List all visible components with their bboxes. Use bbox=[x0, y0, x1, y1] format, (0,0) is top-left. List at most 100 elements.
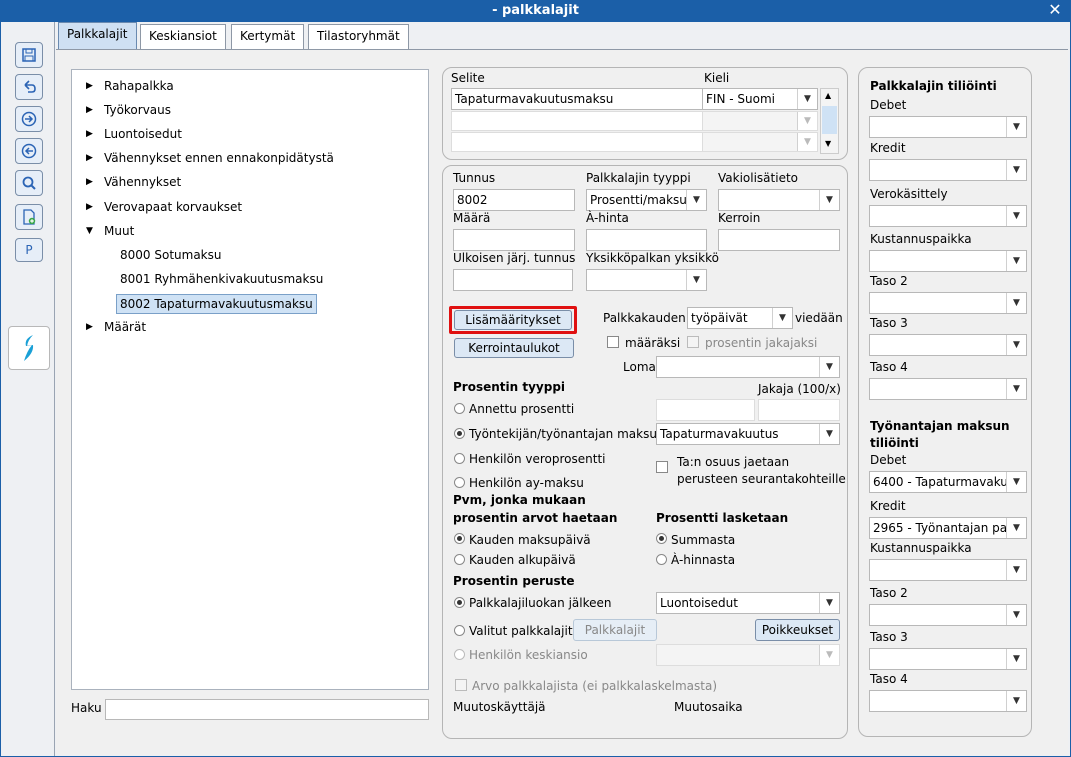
maksu-dropdown[interactable]: Tapaturmavakuutus ▼ bbox=[656, 423, 840, 445]
expand-arrow-icon[interactable]: ▶ bbox=[86, 126, 96, 142]
tree-item[interactable]: ▼ Muut bbox=[86, 223, 134, 239]
e-kredit-dropdown[interactable]: 2965 - Työnantajan pa ▼ bbox=[869, 517, 1027, 539]
keskiansio-radio[interactable] bbox=[454, 649, 465, 660]
expand-arrow-icon[interactable]: ▶ bbox=[86, 319, 96, 335]
ay-radio[interactable] bbox=[454, 477, 465, 488]
kredit-dropdown[interactable]: ▼ bbox=[869, 159, 1027, 181]
tab-keskiansiot[interactable]: Keskiansiot bbox=[140, 24, 226, 49]
chevron-down-icon[interactable]: ▼ bbox=[1006, 691, 1026, 711]
palkkalajit-button[interactable]: Palkkalajit bbox=[573, 619, 657, 641]
chevron-down-icon[interactable]: ▼ bbox=[1006, 206, 1026, 226]
search-input[interactable] bbox=[105, 699, 429, 720]
taso4-dropdown[interactable]: ▼ bbox=[869, 378, 1027, 400]
tyyppi-dropdown[interactable]: Prosentti/maksu ▼ bbox=[586, 189, 707, 211]
jakaja-input[interactable] bbox=[758, 399, 840, 421]
tree-item[interactable]: ▶ Määrät bbox=[86, 319, 146, 335]
prosentti-input[interactable] bbox=[656, 399, 755, 421]
description-input-2[interactable] bbox=[451, 111, 703, 131]
language-dropdown-2[interactable]: ▼ bbox=[702, 111, 818, 131]
scroll-down-icon[interactable]: ▼ bbox=[825, 139, 831, 148]
chevron-down-icon[interactable]: ▼ bbox=[1006, 160, 1026, 180]
taso3-dropdown[interactable]: ▼ bbox=[869, 334, 1027, 356]
scroll-thumb[interactable] bbox=[822, 106, 837, 134]
luokka-dropdown[interactable]: Luontoisedut ▼ bbox=[656, 592, 840, 614]
e-taso2-dropdown[interactable]: ▼ bbox=[869, 604, 1027, 626]
description-input-3[interactable] bbox=[451, 132, 703, 152]
luokan-radio[interactable] bbox=[454, 597, 465, 608]
chevron-down-icon[interactable]: ▼ bbox=[1006, 251, 1026, 271]
chevron-down-icon[interactable]: ▼ bbox=[686, 270, 706, 290]
language-dropdown[interactable]: FIN - Suomi ▼ bbox=[702, 88, 818, 110]
chevron-down-icon[interactable]: ▼ bbox=[772, 308, 792, 328]
expand-arrow-icon[interactable]: ▶ bbox=[86, 199, 96, 215]
chevron-down-icon[interactable]: ▼ bbox=[1006, 518, 1026, 538]
search-icon[interactable] bbox=[15, 170, 43, 196]
chevron-down-icon[interactable]: ▼ bbox=[1006, 472, 1026, 492]
expand-arrow-icon[interactable]: ▶ bbox=[86, 150, 96, 166]
chevron-down-icon[interactable]: ▼ bbox=[819, 190, 839, 210]
chevron-down-icon[interactable]: ▼ bbox=[1006, 605, 1026, 625]
collapse-arrow-icon[interactable]: ▼ bbox=[86, 223, 96, 239]
tree-item[interactable]: ▶ Työkorvaus bbox=[86, 102, 171, 118]
debet-dropdown[interactable]: ▼ bbox=[869, 116, 1027, 138]
tab-palkkalajit[interactable]: Palkkalajit bbox=[58, 22, 137, 50]
kerrointaulukot-button[interactable]: Kerrointaulukot bbox=[454, 338, 574, 358]
osuus-checkbox[interactable] bbox=[656, 461, 668, 473]
tree-child-item[interactable]: 8001 Ryhmähenkivakuutusmaksu bbox=[120, 271, 323, 287]
tab-kertymat[interactable]: Kertymät bbox=[231, 24, 305, 49]
kerroin-input[interactable] bbox=[718, 229, 840, 251]
tree-item[interactable]: ▶ Rahapalkka bbox=[86, 78, 174, 94]
forward-icon[interactable] bbox=[15, 106, 43, 132]
description-input[interactable]: Tapaturmavakuutusmaksu bbox=[451, 88, 703, 110]
jakajaksi-checkbox[interactable] bbox=[687, 336, 699, 348]
taso2-dropdown[interactable]: ▼ bbox=[869, 292, 1027, 314]
tree-item[interactable]: ▶ Vähennykset ennen ennakonpidätystä bbox=[86, 150, 334, 166]
chevron-down-icon[interactable]: ▼ bbox=[1006, 379, 1026, 399]
tree-item[interactable]: ▶ Verovapaat korvaukset bbox=[86, 199, 242, 215]
palkkakauden-dropdown[interactable]: työpäivät ▼ bbox=[687, 307, 793, 329]
yksikko-dropdown[interactable]: ▼ bbox=[586, 269, 707, 291]
tree-item[interactable]: ▶ Vähennykset bbox=[86, 174, 181, 190]
expand-arrow-icon[interactable]: ▶ bbox=[86, 102, 96, 118]
keskiansio-dropdown[interactable]: ▼ bbox=[656, 644, 840, 666]
chevron-down-icon[interactable]: ▼ bbox=[797, 112, 817, 130]
tab-tilastoryhmat[interactable]: Tilastoryhmät bbox=[308, 24, 409, 49]
e-kustannuspaikka-dropdown[interactable]: ▼ bbox=[869, 559, 1027, 581]
maara-input[interactable] bbox=[453, 229, 575, 251]
tyontekija-radio[interactable] bbox=[454, 428, 465, 439]
app-logo-icon[interactable] bbox=[8, 326, 50, 370]
ulkoinen-input[interactable] bbox=[453, 269, 573, 291]
tree-child-item-selected[interactable]: 8002 Tapaturmavakuutusmaksu bbox=[116, 294, 317, 314]
summasta-radio[interactable] bbox=[656, 533, 667, 544]
verokasittely-dropdown[interactable]: ▼ bbox=[869, 205, 1027, 227]
lisamaaritykset-button[interactable]: Lisämääritykset bbox=[454, 310, 572, 330]
e-debet-dropdown[interactable]: 6400 - Tapaturmavakuu ▼ bbox=[869, 471, 1027, 493]
alkupaiva-radio[interactable] bbox=[454, 554, 465, 565]
save-icon[interactable] bbox=[15, 42, 43, 68]
maaraksi-checkbox[interactable] bbox=[607, 336, 619, 348]
arvo-checkbox[interactable] bbox=[455, 679, 467, 691]
scroll-up-icon[interactable]: ▲ bbox=[825, 91, 831, 100]
chevron-down-icon[interactable]: ▼ bbox=[1006, 335, 1026, 355]
scrollbar[interactable]: ▲ ▼ bbox=[820, 88, 839, 154]
kustannuspaikka-dropdown[interactable]: ▼ bbox=[869, 250, 1027, 272]
valitut-radio[interactable] bbox=[454, 625, 465, 636]
add-document-icon[interactable] bbox=[15, 204, 43, 230]
tunnus-input[interactable]: 8002 bbox=[453, 189, 575, 211]
poikkeukset-button[interactable]: Poikkeukset bbox=[755, 619, 840, 641]
expand-arrow-icon[interactable]: ▶ bbox=[86, 174, 96, 190]
back-icon[interactable] bbox=[15, 138, 43, 164]
chevron-down-icon[interactable]: ▼ bbox=[797, 89, 817, 109]
chevron-down-icon[interactable]: ▼ bbox=[1006, 649, 1026, 669]
undo-icon[interactable] bbox=[15, 74, 43, 100]
chevron-down-icon[interactable]: ▼ bbox=[1006, 293, 1026, 313]
chevron-down-icon[interactable]: ▼ bbox=[686, 190, 706, 210]
chevron-down-icon[interactable]: ▼ bbox=[1006, 117, 1026, 137]
e-taso4-dropdown[interactable]: ▼ bbox=[869, 690, 1027, 712]
chevron-down-icon[interactable]: ▼ bbox=[819, 357, 839, 377]
tree-child-item[interactable]: 8000 Sotumaksu bbox=[120, 247, 221, 263]
e-taso3-dropdown[interactable]: ▼ bbox=[869, 648, 1027, 670]
maksupaiva-radio[interactable] bbox=[454, 533, 465, 544]
p-button[interactable]: P bbox=[15, 238, 43, 262]
language-dropdown-3[interactable]: ▼ bbox=[702, 132, 818, 152]
